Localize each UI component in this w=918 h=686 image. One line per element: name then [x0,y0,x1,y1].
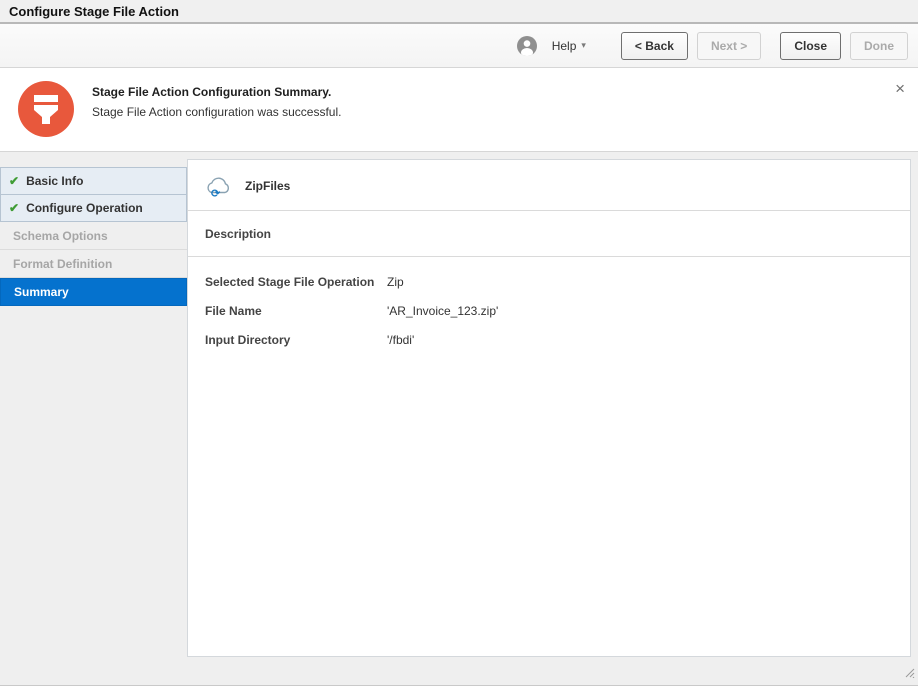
field-row-operation: Selected Stage File Operation Zip [205,275,910,289]
window-titlebar: Configure Stage File Action [0,0,918,24]
check-icon: ✔ [9,201,20,215]
banner-text: Stage File Action Configuration Summary.… [92,81,341,151]
panel-header: ⟳ ZipFiles [188,160,910,211]
wizard-step-configure-operation[interactable]: ✔ Configure Operation [0,194,187,222]
wizard-step-basic-info[interactable]: ✔ Basic Info [0,167,187,195]
toolbar: Help ▾ < Back Next > Close Done [0,24,918,68]
field-row-file-name: File Name 'AR_Invoice_123.zip' [205,304,910,318]
wizard-step-label: Summary [14,285,69,299]
field-value: '/fbdi' [387,333,415,347]
close-icon[interactable]: × [895,80,905,97]
field-value: Zip [387,275,404,289]
wizard-step-label: Schema Options [13,228,108,243]
field-label: File Name [205,304,262,318]
banner-title: Stage File Action Configuration Summary. [92,85,332,99]
wizard-step-label: Format Definition [13,256,113,271]
configure-stage-file-action-window: Configure Stage File Action Help ▾ < Bac… [0,0,918,686]
field-row-input-directory: Input Directory '/fbdi' [205,333,910,347]
wizard-step-summary[interactable]: Summary [0,278,187,306]
wizard-step-schema-options: Schema Options [0,222,187,250]
page-title: Configure Stage File Action [9,3,179,19]
resize-grip[interactable] [905,665,915,683]
wizard-sidebar: ✔ Basic Info ✔ Configure Operation Schem… [0,152,187,685]
banner-message: Stage File Action configuration was succ… [92,105,342,119]
cloud-endpoint-icon: ⟳ [205,175,232,200]
next-button: Next > [696,31,762,60]
field-label: Input Directory [205,333,291,347]
done-button: Done [850,31,908,60]
description-label: Description [205,227,272,241]
field-label: Selected Stage File Operation [205,275,375,289]
endpoint-name: ZipFiles [245,179,291,193]
check-icon: ✔ [9,174,20,188]
summary-banner: Stage File Action Configuration Summary.… [0,68,918,152]
help-menu[interactable]: Help ▾ [552,39,586,53]
chevron-down-icon: ▾ [581,40,586,50]
back-button[interactable]: < Back [620,31,688,60]
wizard-step-format-definition: Format Definition [0,250,187,278]
wizard-step-label: Configure Operation [26,201,143,215]
summary-fields: Selected Stage File Operation Zip File N… [188,257,910,347]
content-area: ✔ Basic Info ✔ Configure Operation Schem… [0,152,918,685]
stage-file-action-icon [18,81,74,137]
wizard-step-label: Basic Info [26,174,84,188]
summary-panel: ⟳ ZipFiles Description Selected Stage Fi… [187,159,911,657]
field-value: 'AR_Invoice_123.zip' [387,304,499,318]
close-button[interactable]: Close [780,31,841,60]
description-section: Description [188,211,910,257]
refresh-icon: ⟳ [211,188,221,200]
user-avatar-icon[interactable] [516,35,538,57]
help-label: Help [551,38,577,53]
